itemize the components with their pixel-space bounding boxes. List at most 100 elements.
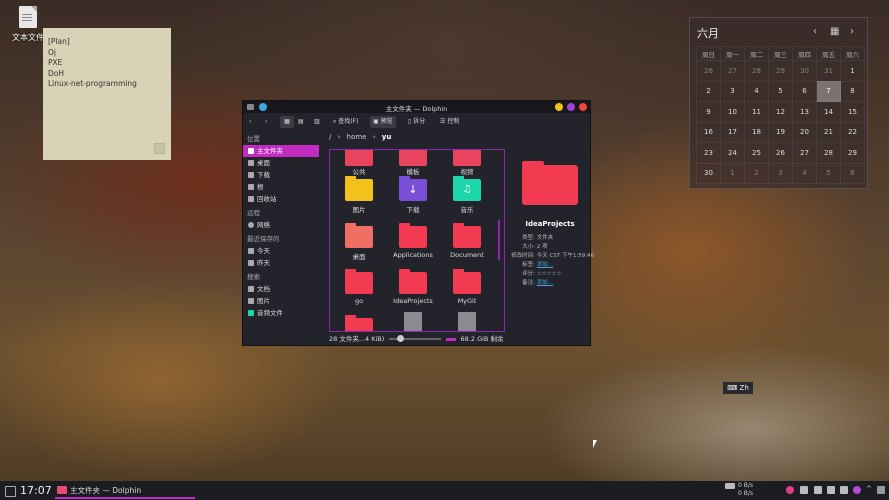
calendar-day[interactable]: 19 <box>768 121 793 143</box>
task-dolphin[interactable]: 主文件夹 — Dolphin <box>55 482 195 499</box>
folder-item[interactable]: 视频 <box>440 150 494 176</box>
file-item[interactable] <box>440 312 494 331</box>
breadcrumb-root[interactable]: / <box>329 133 331 141</box>
rating-stars[interactable]: ☆☆☆☆☆ <box>537 271 562 277</box>
sidebar-item-desktop[interactable]: 桌面 <box>243 157 325 169</box>
sidebar-item-network[interactable]: 网络 <box>243 219 325 231</box>
sidebar-item-audio[interactable]: 音频文件 <box>243 307 325 319</box>
calendar-day[interactable]: 18 <box>744 121 769 143</box>
folder-item[interactable]: ♫ 音乐 <box>440 176 494 214</box>
sidebar-item-root[interactable]: 根 <box>243 181 325 193</box>
calendar-day[interactable]: 27 <box>792 142 817 164</box>
folder-item[interactable] <box>332 315 386 331</box>
calendar-day[interactable]: 4 <box>744 80 769 102</box>
calendar-day[interactable]: 26 <box>768 142 793 164</box>
title-bar[interactable]: 主文件夹 — Dolphin <box>243 101 590 113</box>
calendar-day[interactable]: 15 <box>840 101 865 123</box>
add-tags-link[interactable]: 添加... <box>537 262 553 268</box>
maximize-button[interactable] <box>567 103 575 111</box>
calendar-day[interactable]: 6 <box>840 162 865 184</box>
calendar-day[interactable]: 21 <box>816 121 841 143</box>
add-comment-link[interactable]: 添加... <box>537 280 553 286</box>
calendar-day[interactable]: 2 <box>696 80 721 102</box>
app-launcher-icon[interactable] <box>5 486 16 497</box>
input-method-indicator[interactable]: ⌨ Zh <box>723 382 753 394</box>
next-month-icon[interactable]: › <box>850 26 854 37</box>
clipboard-icon[interactable] <box>800 486 808 494</box>
sidebar-item-images[interactable]: 图片 <box>243 295 325 307</box>
chevron-up-icon[interactable]: ^ <box>866 485 872 493</box>
calendar-day[interactable]: 14 <box>816 101 841 123</box>
scrollbar[interactable] <box>498 220 500 260</box>
calendar-day[interactable]: 27 <box>720 60 745 82</box>
back-icon[interactable]: ‹ <box>249 116 251 128</box>
file-item[interactable] <box>386 312 440 331</box>
calendar-day[interactable]: 29 <box>840 142 865 164</box>
folder-item[interactable]: go <box>332 269 386 305</box>
calendar-day[interactable]: 4 <box>792 162 817 184</box>
calendar-day[interactable]: 8 <box>840 80 865 102</box>
calendar-day[interactable]: 26 <box>696 60 721 82</box>
preview-button[interactable]: ▣ 预览 <box>370 116 396 128</box>
calendar-day[interactable]: 5 <box>816 162 841 184</box>
volume-icon[interactable] <box>840 486 848 494</box>
sidebar-item-downloads[interactable]: 下载 <box>243 169 325 181</box>
calendar-day[interactable]: 11 <box>744 101 769 123</box>
clock[interactable]: 17:07 <box>20 484 52 497</box>
calendar-today-icon[interactable]: ▦ <box>830 26 839 37</box>
help-icon[interactable] <box>853 486 861 494</box>
calendar-day[interactable]: 13 <box>792 101 817 123</box>
icons-view-icon[interactable]: ▦ <box>280 116 294 128</box>
folder-item[interactable]: 图片 <box>332 176 386 214</box>
close-button[interactable] <box>579 103 587 111</box>
calendar-day[interactable]: 2 <box>744 162 769 184</box>
calendar-day[interactable]: 9 <box>696 101 721 123</box>
note-resize-handle[interactable] <box>154 143 165 154</box>
calendar-day[interactable]: 30 <box>696 162 721 184</box>
sidebar-item-yesterday[interactable]: 昨天 <box>243 257 325 269</box>
calendar-day[interactable]: 3 <box>720 80 745 102</box>
calendar-day[interactable]: 22 <box>840 121 865 143</box>
folder-item[interactable]: Document <box>440 223 494 259</box>
sidebar-item-today[interactable]: 今天 <box>243 245 325 257</box>
folder-item[interactable]: MyGit <box>440 269 494 305</box>
compact-view-icon[interactable]: ▤ <box>298 116 304 128</box>
calendar-day[interactable]: 1 <box>840 60 865 82</box>
forward-icon[interactable]: › <box>265 116 267 128</box>
app-tray-icon[interactable] <box>786 486 794 494</box>
calendar-day[interactable]: 23 <box>696 142 721 164</box>
pager-icon[interactable] <box>725 483 735 489</box>
prev-month-icon[interactable]: ‹ <box>813 26 817 37</box>
folder-item[interactable]: 桌面 <box>332 223 386 261</box>
calendar-day[interactable]: 3 <box>768 162 793 184</box>
calendar-day[interactable]: 10 <box>720 101 745 123</box>
calendar-day[interactable]: 12 <box>768 101 793 123</box>
calendar-day[interactable]: 20 <box>792 121 817 143</box>
folder-item[interactable]: ↓ 下载 <box>386 176 440 214</box>
calendar-day[interactable]: 30 <box>792 60 817 82</box>
calendar-day[interactable]: 16 <box>696 121 721 143</box>
sticky-note[interactable]: [Plan] Oj PXE DoH Linux-net-programming <box>43 28 171 160</box>
control-button[interactable]: ☰ 控制 <box>440 116 459 128</box>
folder-item-selected[interactable]: IdeaProjects <box>386 269 440 305</box>
sidebar-item-home[interactable]: 主文件夹 <box>243 145 319 157</box>
search-button[interactable]: ⌕ 查找(F) <box>333 116 358 128</box>
folder-item[interactable]: 模板 <box>386 150 440 176</box>
minimize-button[interactable] <box>555 103 563 111</box>
keyboard-icon[interactable] <box>814 486 822 494</box>
phone-icon[interactable] <box>827 486 835 494</box>
breadcrumb-home[interactable]: home <box>347 133 367 141</box>
calendar-day[interactable]: 28 <box>816 142 841 164</box>
calendar-day[interactable]: 1 <box>720 162 745 184</box>
calendar-day[interactable]: 25 <box>744 142 769 164</box>
show-desktop-icon[interactable] <box>877 486 885 494</box>
sidebar-item-documents[interactable]: 文档 <box>243 283 325 295</box>
folder-item[interactable]: 公共 <box>332 150 386 176</box>
details-view-icon[interactable]: ▥ <box>314 116 320 128</box>
calendar-day[interactable]: 24 <box>720 142 745 164</box>
calendar-day[interactable]: 28 <box>744 60 769 82</box>
split-button[interactable]: ▯ 拆分 <box>408 116 425 128</box>
folder-item[interactable]: Applications <box>386 223 440 259</box>
calendar-day[interactable]: 5 <box>768 80 793 102</box>
calendar-day[interactable]: 31 <box>816 60 841 82</box>
